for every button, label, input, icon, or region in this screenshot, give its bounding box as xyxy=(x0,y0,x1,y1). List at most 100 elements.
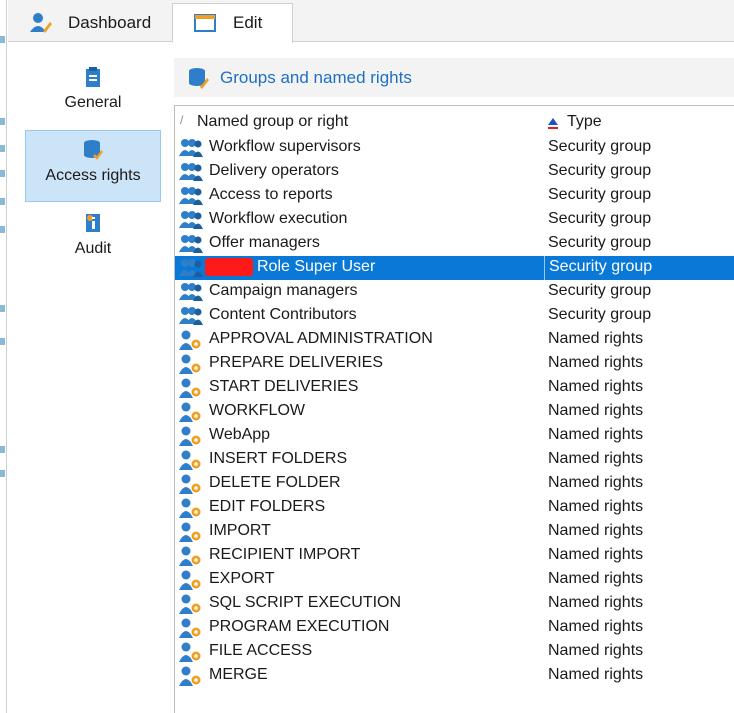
tab-edit[interactable]: Edit xyxy=(172,3,293,43)
item-type: Named rights xyxy=(548,570,644,587)
sidebar-item-access-rights[interactable]: Access rights xyxy=(25,130,161,202)
sidebar-item-audit[interactable]: Audit xyxy=(25,208,161,268)
item-name: RECIPIENT IMPORT xyxy=(209,546,361,563)
window-icon xyxy=(193,12,219,34)
list-item[interactable]: Access to reports Security group xyxy=(175,184,734,208)
list-item[interactable]: EDIT FOLDERS Named rights xyxy=(175,496,734,520)
info-doc-icon xyxy=(83,212,103,234)
list-item[interactable]: SQL SCRIPT EXECUTION Named rights xyxy=(175,592,734,616)
named-right-icon xyxy=(179,474,203,494)
item-type: Named rights xyxy=(548,594,644,611)
clipboard-icon xyxy=(83,66,103,88)
item-type: Security group xyxy=(548,306,652,323)
sidebar-item-general-label: General xyxy=(64,94,122,111)
list-item[interactable]: WORKFLOW Named rights xyxy=(175,400,734,424)
tab-dashboard[interactable]: Dashboard xyxy=(8,3,172,42)
item-name: SQL SCRIPT EXECUTION xyxy=(209,594,402,611)
item-type: Named rights xyxy=(548,426,644,443)
item-name: Workflow execution xyxy=(209,210,348,227)
item-name: EXPORT xyxy=(209,570,275,587)
named-right-icon xyxy=(179,618,203,638)
sidebar: General Access rights Audit xyxy=(8,42,170,713)
list-item[interactable]: PREPARE DELIVERIES Named rights xyxy=(175,352,734,376)
item-name: EDIT FOLDERS xyxy=(209,498,326,515)
tab-bar: Dashboard Edit xyxy=(8,0,734,43)
named-right-icon xyxy=(179,546,203,566)
named-right-icon xyxy=(179,426,203,446)
sidebar-item-general[interactable]: General xyxy=(25,62,161,122)
database-check-icon xyxy=(83,139,104,161)
named-right-icon xyxy=(179,402,203,422)
item-type: Named rights xyxy=(548,642,644,659)
list-header: / Named group or right Type xyxy=(175,106,734,136)
item-name: PREPARE DELIVERIES xyxy=(209,354,383,371)
list-item[interactable]: WebApp Named rights xyxy=(175,424,734,448)
list-rows: Workflow supervisors Security group Delive… xyxy=(175,136,734,688)
item-name: START DELIVERIES xyxy=(209,378,359,395)
column-header-name[interactable]: Named group or right xyxy=(197,113,348,131)
tab-edit-label: Edit xyxy=(233,13,263,32)
sidebar-item-access-rights-label: Access rights xyxy=(45,167,141,184)
user-edit-icon xyxy=(28,12,54,34)
item-type: Security group xyxy=(548,186,652,203)
rights-list[interactable]: / Named group or right Type Workflow sup… xyxy=(174,105,734,713)
security-group-icon xyxy=(179,258,203,278)
item-type: Security group xyxy=(548,210,652,227)
named-right-icon xyxy=(179,450,203,470)
list-item[interactable]: Offer managers Security group xyxy=(175,232,734,256)
list-item[interactable]: APPROVAL ADMINISTRATION Named rights xyxy=(175,328,734,352)
list-item[interactable]: Campaign managers Security group xyxy=(175,280,734,304)
item-name: PROGRAM EXECUTION xyxy=(209,618,390,635)
list-item[interactable]: Delivery operators Security group xyxy=(175,160,734,184)
item-type: Named rights xyxy=(548,330,644,347)
named-right-icon xyxy=(179,378,203,398)
security-group-icon xyxy=(179,162,203,182)
item-type: Security group xyxy=(548,282,652,299)
sort-ascending-icon xyxy=(547,116,559,129)
item-type: Named rights xyxy=(548,522,644,539)
named-right-icon xyxy=(179,642,203,662)
item-name: WebApp xyxy=(209,426,271,443)
redaction-mark xyxy=(205,258,253,276)
list-item[interactable]: IMPORT Named rights xyxy=(175,520,734,544)
item-name: IMPORT xyxy=(209,522,271,539)
list-item[interactable]: RECIPIENT IMPORT Named rights xyxy=(175,544,734,568)
named-right-icon xyxy=(179,594,203,614)
list-item[interactable]: FILE ACCESS Named rights xyxy=(175,640,734,664)
item-name: MERGE xyxy=(209,666,268,683)
list-item[interactable]: MERGE Named rights xyxy=(175,664,734,688)
named-right-icon xyxy=(179,330,203,350)
named-right-icon xyxy=(179,354,203,374)
item-type: Named rights xyxy=(548,474,644,491)
item-type: Named rights xyxy=(548,378,644,395)
security-group-icon xyxy=(179,306,203,326)
item-type: Security group xyxy=(544,256,652,280)
list-item[interactable]: EXPORT Named rights xyxy=(175,568,734,592)
list-item[interactable]: Role Super User Security group xyxy=(175,256,734,280)
security-group-icon xyxy=(179,138,203,158)
database-edit-icon xyxy=(188,67,210,89)
named-right-icon xyxy=(179,522,203,542)
item-name: WORKFLOW xyxy=(209,402,305,419)
column-marker: / xyxy=(180,113,184,127)
item-type: Named rights xyxy=(548,618,644,635)
list-item[interactable]: Workflow execution Security group xyxy=(175,208,734,232)
named-right-icon xyxy=(179,570,203,590)
list-item[interactable]: Content Contributors Security group xyxy=(175,304,734,328)
item-type: Security group xyxy=(548,138,652,155)
item-name: Content Contributors xyxy=(209,306,357,323)
item-type: Security group xyxy=(548,234,652,251)
column-header-type[interactable]: Type xyxy=(567,113,602,131)
item-type: Named rights xyxy=(548,498,644,515)
item-type: Security group xyxy=(548,162,652,179)
item-type: Named rights xyxy=(548,354,644,371)
item-name: DELETE FOLDER xyxy=(209,474,341,491)
list-item[interactable]: DELETE FOLDER Named rights xyxy=(175,472,734,496)
list-item[interactable]: START DELIVERIES Named rights xyxy=(175,376,734,400)
list-item[interactable]: INSERT FOLDERS Named rights xyxy=(175,448,734,472)
item-type: Named rights xyxy=(548,546,644,563)
item-name: Workflow supervisors xyxy=(209,138,361,155)
list-item[interactable]: PROGRAM EXECUTION Named rights xyxy=(175,616,734,640)
list-item[interactable]: Workflow supervisors Security group xyxy=(175,136,734,160)
main-panel: Groups and named rights / Named group or… xyxy=(174,58,734,713)
